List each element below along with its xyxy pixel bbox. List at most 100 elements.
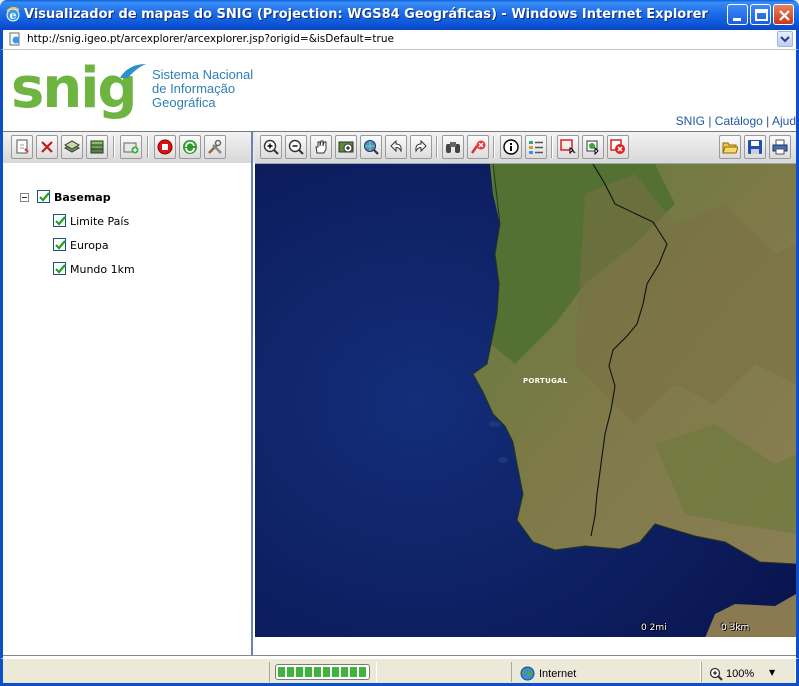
save-button[interactable] <box>744 135 766 159</box>
scale-bar-miles: 0 2mi <box>641 623 667 633</box>
ie-icon: e <box>6 6 20 22</box>
full-extent-button[interactable] <box>335 135 357 159</box>
address-dropdown-button[interactable] <box>777 31 793 47</box>
layer-group-label: Basemap <box>54 191 111 204</box>
collapse-toggle[interactable] <box>20 193 29 202</box>
logo-sub-line-1: Sistema Nacional <box>152 67 254 82</box>
zoom-level[interactable]: 100% <box>726 668 754 680</box>
zoom-in-button[interactable] <box>260 135 282 159</box>
find-button[interactable] <box>442 135 464 159</box>
address-bar[interactable]: http://snig.igeo.pt/arcexplorer/arcexplo… <box>0 30 799 50</box>
info-icon <box>503 139 519 155</box>
toolbar-separator <box>493 136 495 158</box>
close-button[interactable] <box>773 4 794 25</box>
layer-label: Limite País <box>70 215 130 228</box>
layer-checkbox[interactable] <box>53 262 66 275</box>
checkmark-icon <box>55 240 66 250</box>
page-icon <box>9 32 20 46</box>
layer-label: Europa <box>70 239 109 252</box>
link-snig[interactable]: SNIG <box>676 114 705 128</box>
page-frame: snig Sistema Nacional de Informação Geog… <box>0 50 799 658</box>
stop-icon <box>157 139 173 155</box>
folder-open-icon <box>722 142 738 154</box>
progress-bar <box>275 664 370 680</box>
tree-row-europa: Europa <box>3 237 253 255</box>
link-catalogo[interactable]: Catálogo <box>715 114 763 128</box>
back-button[interactable] <box>385 135 407 159</box>
leaf-icon <box>120 64 146 78</box>
layer-label: Mundo 1km <box>70 263 135 276</box>
progress-fill <box>278 667 367 677</box>
layers-stack-icon <box>64 140 80 153</box>
link-ajuda[interactable]: Ajud <box>772 114 796 128</box>
zoom-out-icon <box>288 139 304 155</box>
forward-arrow-icon <box>415 139 427 153</box>
logo-text: snig <box>11 56 137 121</box>
snig-logo: snig <box>11 54 137 124</box>
header-links: SNIG | Catálogo | Ajud <box>676 114 796 128</box>
tools-button[interactable] <box>204 135 226 159</box>
new-layer-button[interactable] <box>11 135 33 159</box>
map-view[interactable]: PORTUGAL 0 2mi 0 3km <box>255 163 796 655</box>
clear-graphics-button[interactable] <box>607 135 629 159</box>
status-bar: Internet 100% ▼ <box>0 658 799 686</box>
binoculars-icon <box>446 142 460 153</box>
window-title: Visualizador de mapas do SNIG (Projectio… <box>24 7 708 22</box>
layer-order-button[interactable] <box>86 135 108 159</box>
select-feature-icon <box>586 140 599 155</box>
layer-checkbox[interactable] <box>53 214 66 227</box>
layer-properties-button[interactable] <box>61 135 83 159</box>
satellite-map-image <box>255 164 796 638</box>
chevron-down-icon[interactable]: ▼ <box>769 668 775 677</box>
logo-sub-line-3: Geográfica <box>152 95 216 110</box>
chevron-down-icon <box>780 36 790 43</box>
remove-layer-button[interactable] <box>36 135 58 159</box>
clear-selection-button[interactable] <box>467 135 489 159</box>
page-header: snig Sistema Nacional de Informação Geog… <box>3 50 796 130</box>
checkmark-icon <box>39 192 50 202</box>
close-icon <box>779 10 790 21</box>
map-toolbar <box>255 132 796 163</box>
select-rectangle-button[interactable] <box>557 135 579 159</box>
scale-bar-km: 0 3km <box>721 623 750 633</box>
identify-button[interactable] <box>500 135 522 159</box>
back-arrow-icon <box>390 139 402 153</box>
legend-button[interactable] <box>525 135 547 159</box>
forward-button[interactable] <box>410 135 432 159</box>
svg-text:e: e <box>10 9 17 22</box>
refresh-icon <box>183 140 197 154</box>
clear-pin-icon <box>470 140 486 154</box>
logo-sub-line-2: de Informação <box>152 81 236 96</box>
select-rectangle-icon <box>560 139 576 155</box>
link-separator: | <box>762 114 772 128</box>
open-button[interactable] <box>719 135 741 159</box>
stop-button[interactable] <box>154 135 176 159</box>
zoom-layer-button[interactable] <box>360 135 382 159</box>
refresh-button[interactable] <box>179 135 201 159</box>
zoom-out-button[interactable] <box>285 135 307 159</box>
pan-button[interactable] <box>310 135 332 159</box>
select-feature-button[interactable] <box>582 135 604 159</box>
toolbar-row <box>3 131 796 163</box>
save-icon <box>748 140 762 154</box>
layer-checkbox[interactable] <box>53 238 66 251</box>
title-bar: e Visualizador de mapas do SNIG (Project… <box>0 0 799 30</box>
new-document-icon <box>16 139 29 154</box>
globe-icon <box>520 666 535 681</box>
globe-zoom-icon <box>338 141 354 153</box>
tree-row-mundo: Mundo 1km <box>3 261 253 279</box>
maximize-icon <box>755 9 768 21</box>
checkmark-icon <box>55 264 66 274</box>
basemap-checkbox[interactable] <box>37 190 50 203</box>
tools-icon <box>208 139 222 154</box>
print-button[interactable] <box>769 135 791 159</box>
delete-x-icon <box>41 141 53 153</box>
minimize-button[interactable] <box>727 4 748 25</box>
hand-icon <box>315 140 327 154</box>
print-icon <box>772 139 788 155</box>
url-text[interactable]: http://snig.igeo.pt/arcexplorer/arcexplo… <box>27 33 394 45</box>
add-layer-button[interactable] <box>120 135 142 159</box>
toolbar-separator <box>147 136 149 158</box>
maximize-button[interactable] <box>750 4 771 25</box>
link-separator: | <box>705 114 715 128</box>
